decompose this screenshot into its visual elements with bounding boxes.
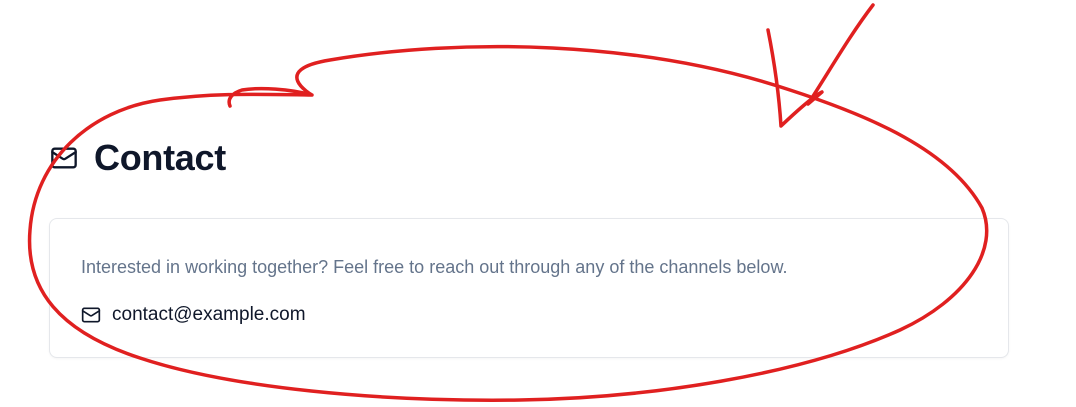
annotation-checkmark [766, 3, 875, 128]
email-address: contact@example.com [112, 304, 306, 325]
page: Contact Interested in working together? … [0, 0, 1076, 407]
mail-icon [50, 144, 78, 172]
section-title: Contact [94, 137, 226, 178]
contact-section-header: Contact [50, 136, 226, 180]
mail-icon [81, 305, 101, 325]
contact-card: Interested in working together? Feel fre… [49, 218, 1009, 358]
email-link[interactable]: contact@example.com [81, 303, 306, 327]
contact-description: Interested in working together? Feel fre… [81, 257, 788, 277]
